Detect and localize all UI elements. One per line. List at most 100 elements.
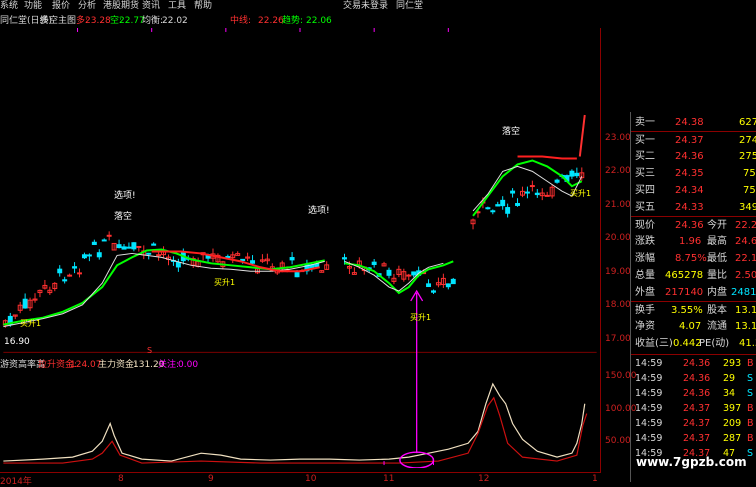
- date-tick: 1: [592, 474, 598, 484]
- qushi-value: 22.06: [306, 16, 332, 26]
- candle-body: [574, 172, 580, 177]
- chart-label-xuanxiang-1: 选项!: [114, 191, 136, 201]
- candle-body: [450, 278, 456, 285]
- quote-label: 买一: [635, 135, 655, 146]
- tick-vol: 34: [723, 388, 736, 399]
- price-tick: 23.00: [605, 133, 631, 143]
- tick-list: 14:59 24.36 293 B 14:59 24.36 29 S 14:59 24.36 34 S…: [631, 354, 756, 459]
- quote-volume: 349: [739, 202, 756, 213]
- tick-row: 14:59 24.37 397 B: [631, 401, 756, 416]
- menu-hk-futures[interactable]: 港股期货: [103, 0, 139, 13]
- tick-price: 24.37: [683, 403, 711, 414]
- tick-vol: 293: [723, 358, 742, 369]
- menu-function[interactable]: 功能: [24, 0, 42, 13]
- candle-body: [22, 298, 28, 309]
- tick-price: 24.37: [683, 433, 711, 444]
- price-tick: 17.00: [605, 334, 631, 344]
- kong-value: 22.77: [119, 16, 145, 26]
- candle-body: [91, 241, 97, 245]
- candle-body: [106, 234, 112, 237]
- candle-body: [240, 258, 246, 262]
- candle-body: [116, 244, 122, 249]
- junheng-value: 22.02: [162, 16, 188, 26]
- candle-body: [225, 255, 231, 259]
- chart-label-buy-1: 买升1: [20, 319, 42, 328]
- quote-row-buy5[interactable]: 买五 24.33 349: [631, 199, 756, 216]
- menu-help[interactable]: 帮助: [194, 0, 212, 13]
- quote-price: 24.36: [675, 151, 704, 162]
- quote-row-buy4[interactable]: 买四 24.34 75: [631, 182, 756, 199]
- candle-body: [495, 204, 501, 207]
- tick-vol: 397: [723, 403, 742, 414]
- candle-body: [289, 257, 295, 261]
- quote-volume: 274: [739, 135, 756, 146]
- quote-row-buy2[interactable]: 买二 24.36 275: [631, 148, 756, 165]
- date-tick: 10: [305, 474, 317, 484]
- candle-body: [554, 179, 560, 183]
- ma-red-line-3: [517, 155, 577, 160]
- login-status[interactable]: 交易未登录: [343, 0, 388, 13]
- zhuli-label: 主力资金:: [98, 360, 138, 370]
- quote-price: 24.37: [675, 135, 704, 146]
- date-tick: 9: [208, 474, 214, 484]
- quote-label: 买五: [635, 202, 655, 213]
- candle-body: [81, 254, 87, 259]
- tick-dir: B: [747, 358, 754, 369]
- tick-dir: S: [747, 388, 754, 399]
- ma-green-line: [3, 248, 325, 326]
- tick-time: 14:59: [635, 418, 663, 429]
- date-tick: 2014年: [0, 477, 32, 487]
- candle-body: [57, 268, 63, 274]
- quote-label: 卖一: [635, 117, 655, 128]
- menu-quote[interactable]: 报价: [52, 0, 70, 13]
- stat-row-eps: 收益(三) 0.442 PE(动) 41.3: [635, 338, 756, 349]
- date-tick: 8: [118, 474, 124, 484]
- tick-dir: B: [747, 433, 754, 444]
- zhongxian-label: 中线:: [230, 16, 252, 26]
- quote-row-buy1[interactable]: 买一 24.37 274: [631, 131, 756, 149]
- candle-body: [72, 266, 78, 269]
- quote-price: 24.35: [675, 168, 704, 179]
- indicator-marker: S: [147, 346, 153, 355]
- indicator-white-line: [3, 382, 586, 462]
- zhongxian-value: 22.26: [258, 16, 284, 26]
- candle-body: [121, 246, 127, 250]
- duo-value: 23.28: [85, 16, 111, 26]
- top-markers: [77, 28, 449, 32]
- price-tick: 20.00: [605, 233, 631, 243]
- candle-body: [86, 254, 92, 257]
- quote-row-buy3[interactable]: 买三 24.35 75: [631, 165, 756, 182]
- tick-dir: S: [747, 373, 754, 384]
- breakout-candle: [578, 114, 586, 157]
- menu-system[interactable]: 系统: [0, 0, 18, 13]
- candlesticks: [2, 167, 585, 328]
- stat-row-price: 现价 24.36 今开 22.21: [631, 216, 756, 234]
- menu-news[interactable]: 资讯: [142, 0, 160, 13]
- date-axis: 2014年 8 9 10 11 12 1: [0, 472, 600, 487]
- kline-chart[interactable]: [0, 28, 600, 468]
- indicator-tick: 50.00: [605, 436, 631, 446]
- tick-vol: 209: [723, 418, 742, 429]
- candle-body: [151, 243, 157, 246]
- quote-row-sell1[interactable]: 卖一 24.38 627: [631, 114, 756, 131]
- stat-row-volume: 总量 465278 量比 2.50: [635, 270, 756, 281]
- menu-tools[interactable]: 工具: [168, 0, 186, 13]
- candle-body: [386, 269, 392, 276]
- candle-body: [490, 210, 496, 213]
- candle-body: [534, 192, 540, 196]
- indicator-name[interactable]: 多空主图: [40, 14, 76, 28]
- candle-body: [294, 272, 300, 278]
- qushi-label: 趋势:: [282, 16, 304, 26]
- quote-panel: 卖一 24.38 627 买一 24.37 274 买二 24.36 275 买…: [630, 112, 756, 482]
- tick-row: 14:59 24.36 293 B: [631, 356, 756, 371]
- menu-analysis[interactable]: 分析: [78, 0, 96, 13]
- guanzhu-label: 关注:: [158, 360, 180, 370]
- tick-vol: 29: [723, 373, 736, 384]
- tick-time: 14:59: [635, 358, 663, 369]
- candle-body: [67, 274, 73, 277]
- candle-body: [485, 207, 491, 210]
- quote-price: 24.34: [675, 185, 704, 196]
- tick-dir: S: [747, 448, 754, 459]
- candle-body: [136, 245, 142, 248]
- tick-price: 24.36: [683, 388, 711, 399]
